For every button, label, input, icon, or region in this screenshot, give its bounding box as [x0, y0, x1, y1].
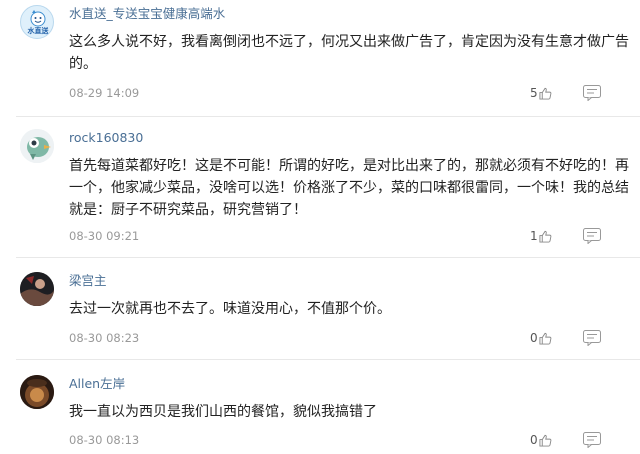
comment-meta: 08-30 08:23 0 — [69, 329, 629, 347]
avatar[interactable] — [20, 272, 54, 306]
comment-text: 这么多人说不好，我看离倒闭也不远了，何况又出来做广告了，肯定因为没有生意才做广告… — [69, 34, 629, 72]
avatar-bird-image — [20, 129, 54, 163]
more-icon[interactable] — [583, 330, 601, 346]
like-button[interactable]: 0 — [530, 431, 558, 449]
avatar-label: 水直送 — [27, 27, 49, 35]
more-icon[interactable] — [583, 85, 601, 101]
comment-text: 我一直以为西贝是我们山西的餐馆，貌似我搞错了 — [69, 404, 377, 420]
divider — [16, 257, 640, 258]
thumb-up-icon — [539, 230, 552, 243]
avatar-photo-image — [20, 272, 54, 306]
comment-meta: 08-30 09:21 1 — [69, 227, 629, 245]
thumb-up-icon — [539, 434, 552, 447]
comment-username[interactable]: 梁宫主 — [69, 272, 107, 290]
comment-username[interactable]: 水直送_专送宝宝健康高端水 — [69, 5, 225, 23]
like-button[interactable]: 5 — [530, 84, 558, 102]
comment-timestamp: 08-30 09:21 — [69, 229, 140, 243]
comment-meta: 08-30 08:13 0 — [69, 431, 629, 449]
like-count: 5 — [530, 86, 538, 100]
divider — [16, 116, 640, 117]
avatar-photo-image — [20, 375, 54, 409]
avatar[interactable]: 水直送 — [20, 5, 54, 39]
comment-timestamp: 08-29 14:09 — [69, 86, 140, 100]
more-icon[interactable] — [583, 228, 601, 244]
avatar[interactable] — [20, 375, 54, 409]
comment-timestamp: 08-30 08:23 — [69, 331, 140, 345]
comment-meta: 08-29 14:09 5 — [69, 84, 629, 102]
comment-username[interactable]: Allen左岸 — [69, 375, 125, 393]
like-count: 0 — [530, 331, 538, 345]
like-button[interactable]: 0 — [530, 329, 558, 347]
like-count: 0 — [530, 433, 538, 447]
comment-username[interactable]: rock160830 — [69, 129, 143, 147]
like-button[interactable]: 1 — [530, 227, 558, 245]
comment-timestamp: 08-30 08:13 — [69, 433, 140, 447]
thumb-up-icon — [539, 87, 552, 100]
more-icon[interactable] — [583, 432, 601, 448]
comment-text: 去过一次就再也不去了。味道没用心，不值那个价。 — [69, 301, 391, 317]
thumb-up-icon — [539, 332, 552, 345]
like-count: 1 — [530, 229, 538, 243]
divider — [16, 359, 640, 360]
comment-text: 首先每道菜都好吃！这是不可能！所谓的好吃，是对比出来了的，那就必须有不好吃的！再… — [69, 158, 629, 218]
avatar[interactable] — [20, 129, 54, 163]
